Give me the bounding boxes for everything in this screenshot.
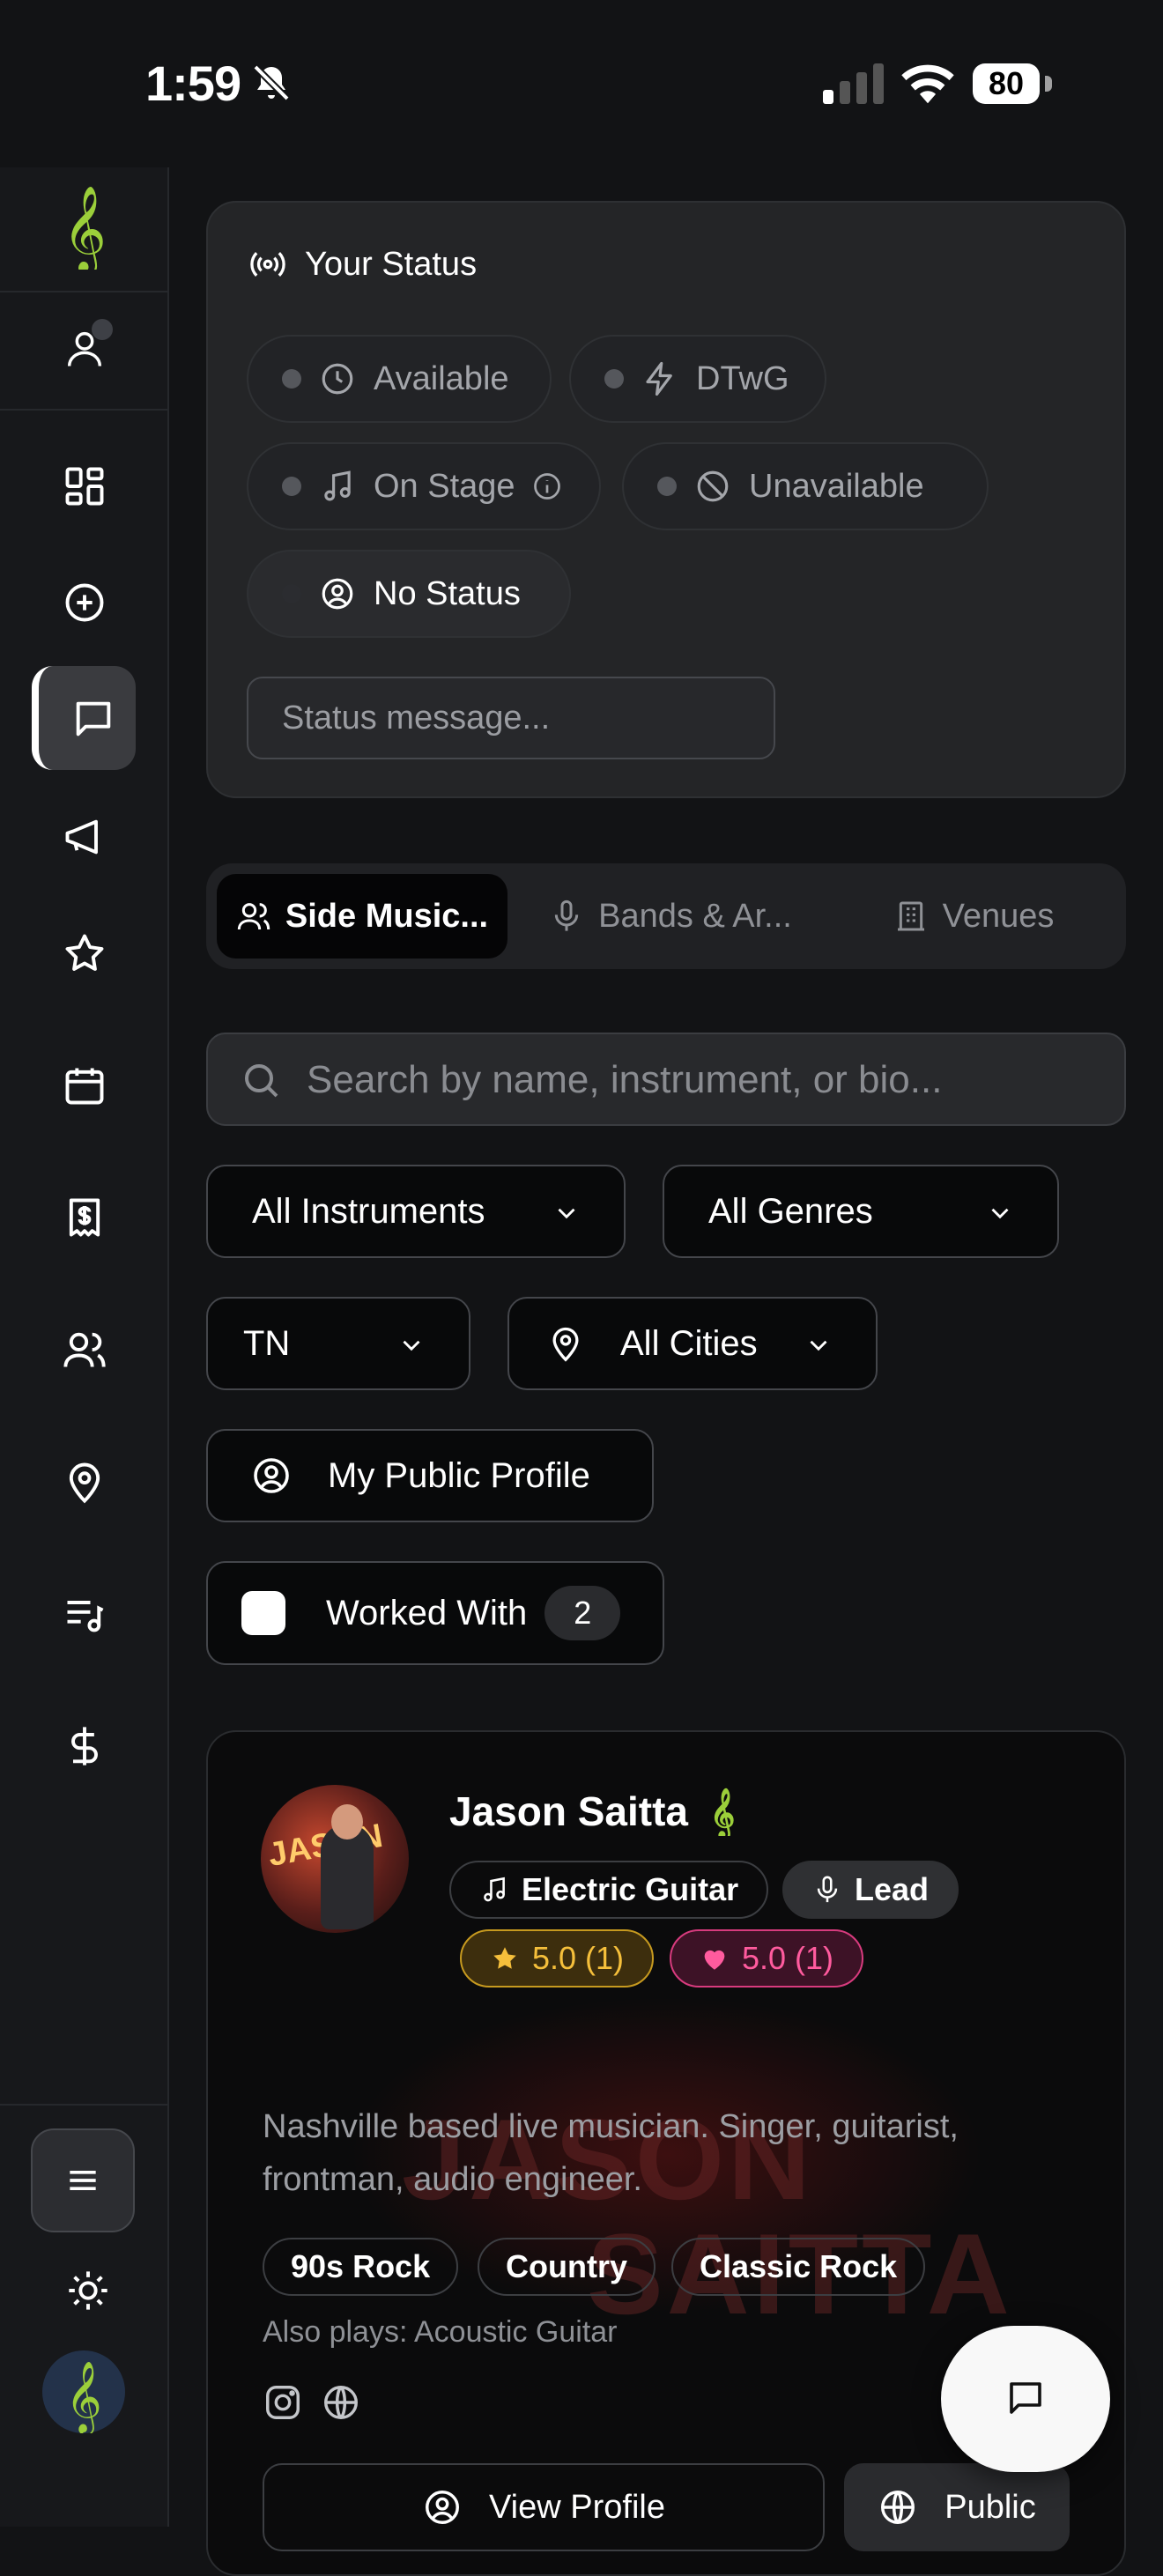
microphone-icon: [817, 1876, 838, 1903]
also-plays: Also plays: Acoustic Guitar: [263, 2315, 618, 2349]
instruments-dropdown[interactable]: All Instruments: [206, 1165, 626, 1258]
search-icon: [245, 1064, 278, 1098]
worked-with-label: Worked With: [326, 1593, 528, 1632]
user-circle-icon: [254, 1458, 289, 1493]
role-chip: Lead: [782, 1861, 959, 1919]
star-rating-chip[interactable]: 5.0 (1): [460, 1929, 655, 1988]
info-icon[interactable]: [531, 470, 563, 502]
message-icon: [1010, 2382, 1041, 2414]
status-bar: 1:59 80: [0, 0, 1163, 167]
heart-rating-chip[interactable]: 5.0 (1): [670, 1929, 864, 1988]
clock: 1:59: [145, 56, 241, 111]
treble-clef-logo-icon[interactable]: 𝄞: [60, 185, 109, 275]
status-option-no-status[interactable]: No Status: [247, 550, 571, 638]
worked-with-filter[interactable]: Worked With 2: [206, 1561, 664, 1665]
invoice-dollar-icon[interactable]: [62, 1195, 107, 1240]
chevron-down-icon: [991, 1208, 1009, 1219]
star-icon: [493, 1947, 516, 1969]
genres-dropdown-label: All Genres: [708, 1191, 873, 1231]
chevron-down-icon: [403, 1340, 420, 1351]
calendar-icon[interactable]: [62, 1062, 107, 1108]
battery-icon: 80: [973, 63, 1052, 104]
users-icon: [237, 903, 270, 930]
state-dropdown-label: TN: [243, 1323, 291, 1363]
treble-clef-badge-icon: 𝄞: [710, 1788, 735, 1836]
wifi-icon: [900, 62, 955, 104]
state-dropdown[interactable]: TN: [206, 1297, 470, 1390]
visibility-button[interactable]: Public: [844, 2463, 1070, 2551]
cellular-signal-icon: [823, 63, 885, 104]
globe-icon: [881, 2491, 915, 2524]
tab-bands-artists[interactable]: Bands & Ar...: [525, 874, 816, 959]
broadcast-icon: [250, 252, 285, 277]
menu-button[interactable]: [31, 2128, 135, 2232]
status-option-available[interactable]: Available: [247, 335, 552, 423]
megaphone-icon[interactable]: [62, 814, 107, 860]
lightning-icon: [646, 361, 672, 396]
genre-chip: Classic Rock: [671, 2238, 926, 2296]
tab-venues[interactable]: Venues: [832, 874, 1115, 959]
ban-icon: [697, 470, 729, 502]
sidebar: 𝄞 𝄞: [0, 167, 169, 2527]
star-icon[interactable]: [62, 930, 107, 976]
clock-icon: [322, 363, 353, 395]
directory-tabs: Side Music... Bands & Ar... Venues: [206, 863, 1126, 969]
my-public-profile-label: My Public Profile: [328, 1455, 590, 1495]
instruments-dropdown-label: All Instruments: [252, 1191, 485, 1231]
dollar-icon[interactable]: [62, 1723, 107, 1769]
building-icon: [897, 901, 924, 931]
user-circle-icon: [322, 578, 353, 610]
notification-dot: [92, 319, 113, 340]
view-profile-button[interactable]: View Profile: [263, 2463, 825, 2551]
location-pin-icon[interactable]: [62, 1459, 107, 1505]
tab-side-musicians[interactable]: Side Music...: [217, 874, 507, 959]
musician-avatar[interactable]: JASON: [261, 1785, 409, 1933]
svg-text:𝄞: 𝄞: [710, 1788, 735, 1836]
svg-text:𝄞: 𝄞: [65, 2360, 101, 2433]
account-avatar[interactable]: 𝄞: [42, 2350, 125, 2435]
search-bar: [206, 1033, 1126, 1126]
user-circle-icon: [426, 2491, 459, 2524]
city-dropdown[interactable]: All Cities: [507, 1297, 878, 1390]
chat-fab-button[interactable]: [941, 2326, 1110, 2472]
city-dropdown-label: All Cities: [620, 1323, 758, 1363]
heart-icon: [704, 1950, 725, 1970]
globe-icon[interactable]: [321, 2382, 361, 2423]
worked-with-checkbox[interactable]: [241, 1591, 285, 1635]
playlist-music-icon[interactable]: [62, 1591, 107, 1637]
status-message-input[interactable]: Status message...: [247, 677, 775, 759]
chevron-down-icon: [558, 1208, 575, 1219]
worked-with-count: 2: [544, 1586, 621, 1640]
status-option-dtwg[interactable]: DTwG: [569, 335, 826, 423]
instagram-icon[interactable]: [263, 2382, 303, 2423]
users-icon[interactable]: [62, 1327, 107, 1373]
music-note-icon: [484, 1876, 505, 1902]
genre-chip: Country: [478, 2238, 656, 2296]
svg-text:𝄞: 𝄞: [63, 185, 107, 270]
bell-muted-icon: [250, 62, 293, 104]
music-note-icon: [324, 470, 351, 501]
location-pin-icon: [552, 1327, 579, 1362]
musician-bio: Nashville based live musician. Singer, g…: [263, 2108, 959, 2198]
my-public-profile-button[interactable]: My Public Profile: [206, 1429, 654, 1522]
search-input[interactable]: [305, 1034, 1101, 1126]
musician-name: Jason Saitta 𝄞: [449, 1787, 736, 1836]
instrument-chip: Electric Guitar: [449, 1861, 769, 1919]
status-card: Your Status Available DTwG On Stage Unav…: [206, 201, 1126, 798]
status-title: Your Status: [248, 245, 477, 284]
add-circle-icon[interactable]: [62, 580, 107, 625]
status-option-on-stage[interactable]: On Stage: [247, 442, 601, 530]
chevron-down-icon: [810, 1340, 827, 1351]
dashboard-icon[interactable]: [62, 463, 107, 509]
sun-theme-icon[interactable]: [65, 2268, 107, 2310]
genre-chip: 90s Rock: [263, 2238, 459, 2296]
status-option-unavailable[interactable]: Unavailable: [622, 442, 989, 530]
microphone-icon: [554, 899, 579, 931]
message-icon: [70, 696, 116, 742]
genres-dropdown[interactable]: All Genres: [663, 1165, 1059, 1258]
